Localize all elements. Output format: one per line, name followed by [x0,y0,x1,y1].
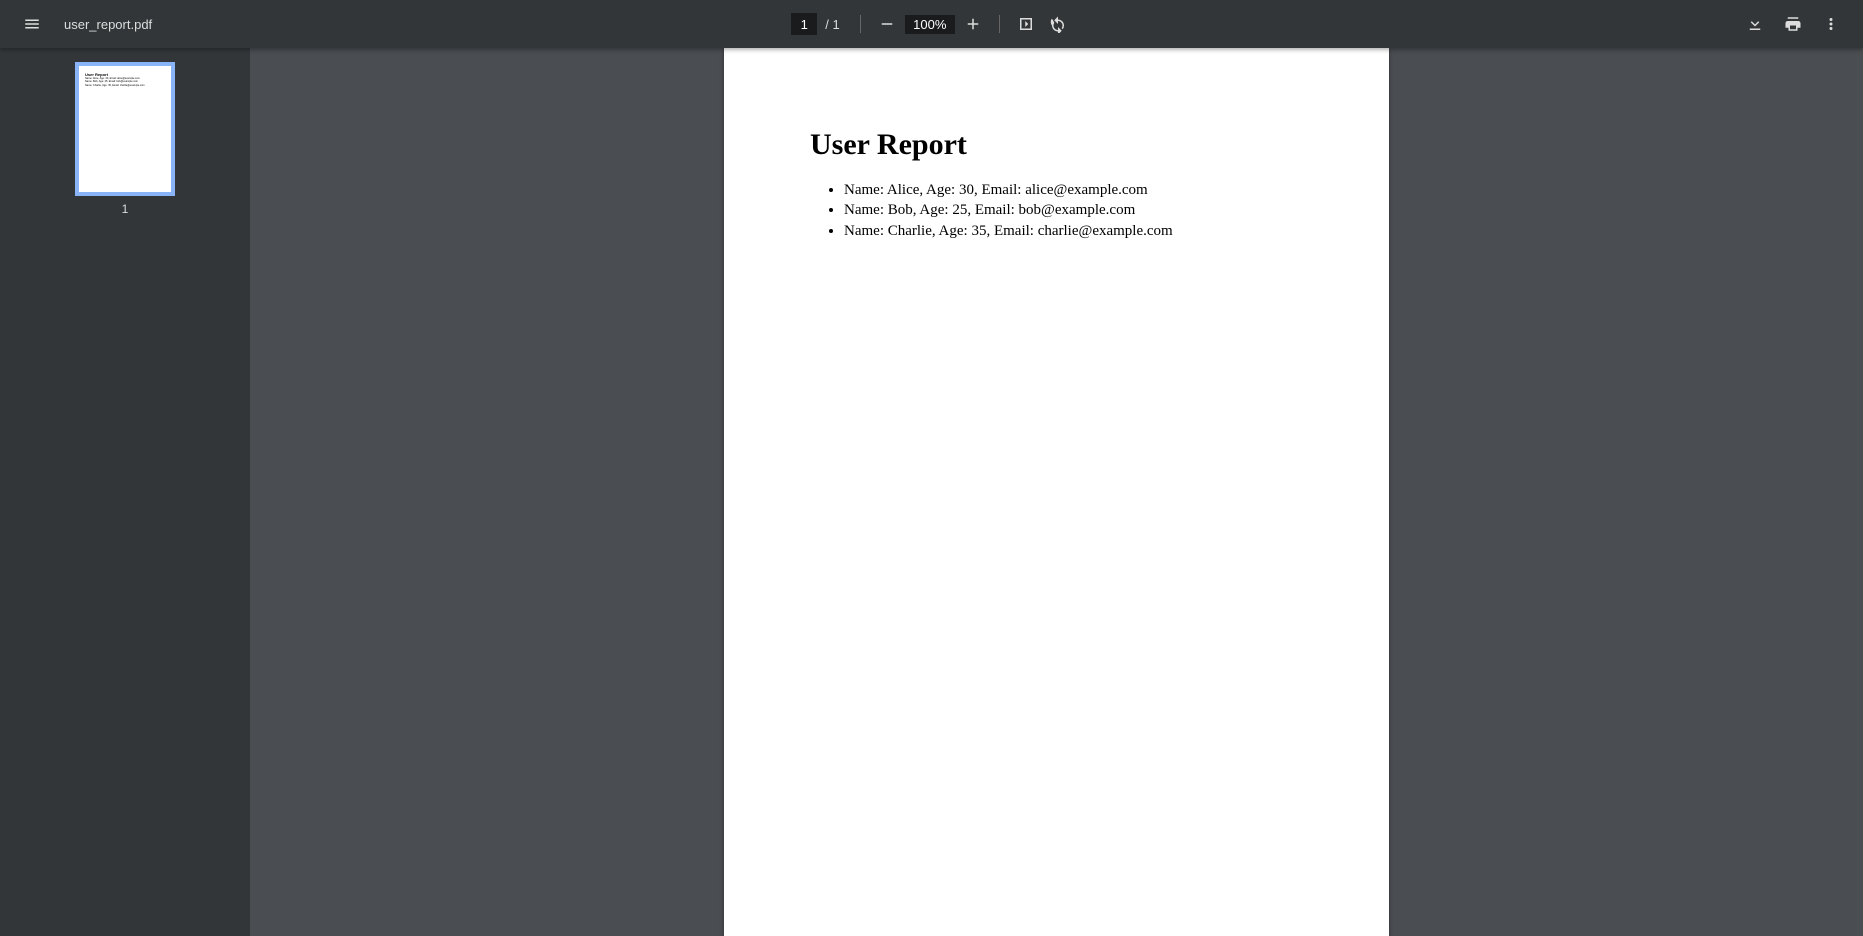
divider [860,15,861,33]
thumbnail-item[interactable]: User Report Name: Alice, Age: 30, Email:… [75,62,175,216]
list-item: Name: Alice, Age: 30, Email: alice@examp… [844,180,1303,200]
more-icon[interactable] [1817,10,1845,38]
download-icon[interactable] [1741,10,1769,38]
pdf-toolbar: user_report.pdf / 1 100% [0,0,1863,48]
filename-label: user_report.pdf [64,17,152,32]
list-item: Name: Charlie, Age: 35, Email: charlie@e… [844,221,1303,241]
thumbnail-page-1[interactable]: User Report Name: Alice, Age: 30, Email:… [75,62,175,196]
page-total-label: / 1 [821,17,847,32]
pdf-page: User Report Name: Alice, Age: 30, Email:… [724,48,1389,936]
thumbnail-number: 1 [122,202,129,216]
print-icon[interactable] [1779,10,1807,38]
zoom-out-icon[interactable] [873,10,901,38]
page-number-input[interactable] [791,13,817,35]
divider [999,15,1000,33]
menu-icon[interactable] [18,10,46,38]
thumbnail-sidebar: User Report Name: Alice, Age: 30, Email:… [0,48,250,936]
fit-page-icon[interactable] [1012,10,1040,38]
rotate-icon[interactable] [1044,10,1072,38]
user-list: Name: Alice, Age: 30, Email: alice@examp… [810,180,1303,241]
page-title: User Report [810,128,1303,162]
list-item: Name: Bob, Age: 25, Email: bob@example.c… [844,200,1303,220]
zoom-level[interactable]: 100% [905,15,955,34]
zoom-in-icon[interactable] [959,10,987,38]
document-viewer[interactable]: User Report Name: Alice, Age: 30, Email:… [250,48,1863,936]
